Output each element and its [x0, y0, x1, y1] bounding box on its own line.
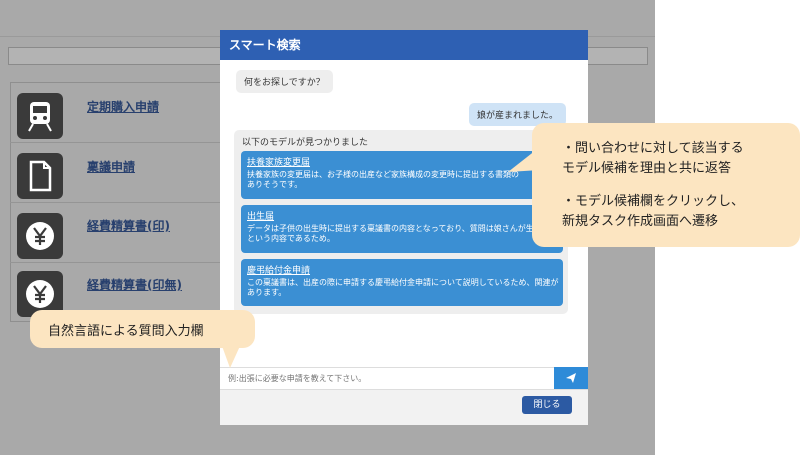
train-icon [17, 93, 63, 139]
annotation-callout-right: ・問い合わせに対して該当する モデル候補を理由と共に返答 ・モデル候補欄をクリッ… [532, 123, 800, 247]
document-icon [17, 153, 63, 199]
annotation-line: 自然言語による質問入力欄 [48, 324, 204, 339]
result-description: この稟議書は、出産の際に申請する慶弔給付金申請について説明しているため、関連が … [247, 278, 559, 297]
annotation-line: ・モデル候補欄をクリックし、 [562, 194, 745, 209]
result-description: 扶養家族の変更届は、お子様の出産など家族構成の変更時に提出する書類の ありそうで… [247, 170, 519, 189]
result-title[interactable]: 慶弔給付金申請 [247, 263, 557, 276]
annotation-callout-left: 自然言語による質問入力欄 [30, 310, 255, 348]
result-card[interactable]: 慶弔給付金申請 この稟議書は、出産の際に申請する慶弔給付金申請について説明してい… [241, 259, 563, 306]
yen-icon [17, 213, 63, 259]
list-item-link[interactable]: 経費精算書(印) [87, 217, 170, 234]
send-button[interactable] [554, 367, 588, 389]
close-button[interactable]: 閉じる [522, 396, 572, 414]
question-input[interactable] [220, 368, 552, 388]
annotation-line: ・問い合わせに対して該当する [562, 141, 744, 156]
bot-message: 何をお探しですか？ [236, 70, 333, 93]
result-card[interactable]: 扶養家族変更届 扶養家族の変更届は、お子様の出産など家族構成の変更時に提出する書… [241, 151, 563, 199]
list-divider [10, 262, 232, 263]
annotation-line: 新規タスク作成画面へ遷移 [562, 214, 719, 229]
results-title: 以下のモデルが見つかりました [242, 138, 369, 148]
modal-title: スマート検索 [220, 30, 588, 60]
result-title[interactable]: 扶養家族変更届 [247, 155, 557, 168]
result-description: データは子供の出生時に提出する稟議書の内容となっており、質問は娘さんが生 という… [247, 224, 534, 243]
list-divider [10, 142, 232, 143]
list-item-link[interactable]: 稟議申請 [87, 158, 135, 175]
send-icon [566, 373, 576, 383]
results-panel: 以下のモデルが見つかりました 扶養家族変更届 扶養家族の変更届は、お子様の出産な… [234, 130, 568, 314]
result-title[interactable]: 出生届 [247, 209, 557, 222]
list-item-link[interactable]: 定期購入申請 [87, 98, 159, 115]
list-divider [10, 202, 232, 203]
list-item-link[interactable]: 経費精算書(印無) [87, 276, 182, 293]
result-card[interactable]: 出生届 データは子供の出生時に提出する稟議書の内容となっており、質問は娘さんが生… [241, 205, 563, 253]
annotation-line: モデル候補を理由と共に返答 [562, 161, 732, 176]
